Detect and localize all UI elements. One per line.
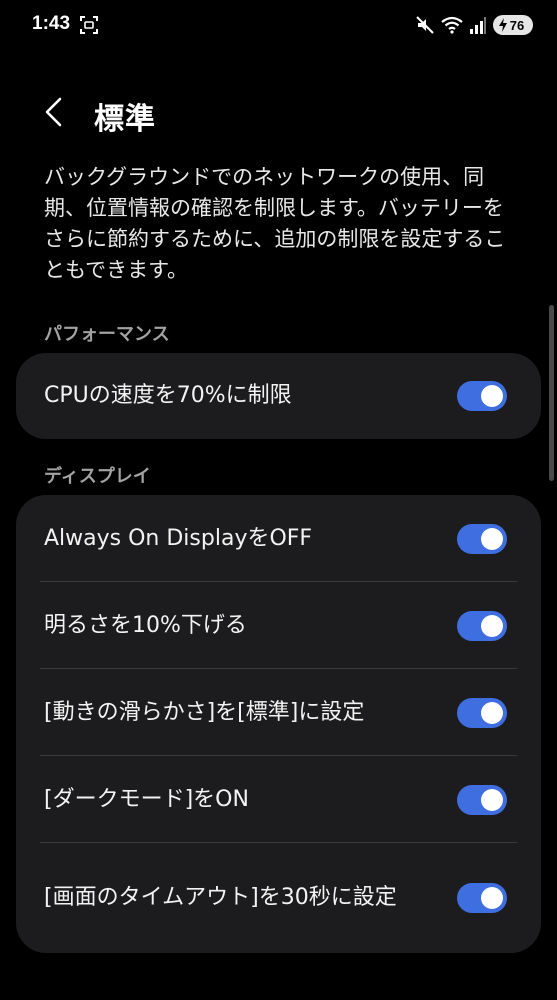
toggle-switch[interactable] (457, 784, 507, 815)
setting-label: CPUの速度を70%に制限 (44, 383, 292, 408)
setting-label: [画面のタイムアウト]を30秒に設定 (44, 885, 397, 910)
toggle-knob (481, 887, 503, 909)
setting-label: Always On DisplayをOFF (44, 525, 313, 551)
setting-label: 明るさを10%下げる (44, 612, 247, 638)
toggle-switch[interactable] (457, 381, 507, 411)
scrollbar[interactable] (549, 305, 554, 481)
screenshot-icon (80, 16, 98, 34)
section-label-performance: パフォーマンス (44, 324, 170, 345)
setting-row-brightness[interactable]: 明るさを10%下げる (16, 582, 541, 669)
setting-row-screen-timeout[interactable]: [画面のタイムアウト]を30秒に設定 (16, 843, 541, 953)
signal-icon (470, 17, 486, 34)
performance-card: CPUの速度を70%に制限 (16, 353, 541, 439)
battery-icon: 76 (493, 15, 533, 35)
display-card: Always On DisplayをOFF 明るさを10%下げる [動きの滑らか… (16, 495, 541, 953)
wifi-icon (441, 16, 463, 34)
charging-bolt-icon (499, 18, 507, 32)
setting-label: [ダークモード]をON (44, 786, 249, 812)
back-button[interactable] (34, 92, 74, 132)
status-time: 1:43 (32, 13, 71, 34)
section-label-display: ディスプレイ (44, 466, 151, 487)
header: 標準 (0, 80, 557, 150)
status-icons: 76 (415, 14, 533, 36)
toggle-knob (481, 788, 503, 811)
toggle-switch[interactable] (457, 883, 507, 913)
mute-icon (416, 16, 434, 34)
toggle-switch[interactable] (457, 523, 507, 554)
toggle-knob (481, 385, 503, 407)
setting-row-always-on-display[interactable]: Always On DisplayをOFF (16, 495, 541, 582)
setting-row-dark-mode[interactable]: [ダークモード]をON (16, 756, 541, 843)
chevron-left-icon (45, 97, 62, 127)
battery-level: 76 (509, 17, 525, 33)
page-title: 標準 (94, 102, 156, 137)
toggle-switch[interactable] (457, 697, 507, 728)
setting-label: [動きの滑らかさ]を[標準]に設定 (44, 699, 365, 725)
setting-row-cpu-limit[interactable]: CPUの速度を70%に制限 (16, 353, 541, 439)
toggle-switch[interactable] (457, 610, 507, 641)
description-text: バックグラウンドでのネットワークの使用、同期、位置情報の確認を制限します。バッテ… (44, 165, 506, 282)
toggle-knob (481, 527, 503, 550)
setting-row-motion-smoothness[interactable]: [動きの滑らかさ]を[標準]に設定 (16, 669, 541, 756)
toggle-knob (481, 614, 503, 637)
toggle-knob (481, 701, 503, 724)
status-bar: 1:43 76 (0, 0, 557, 52)
